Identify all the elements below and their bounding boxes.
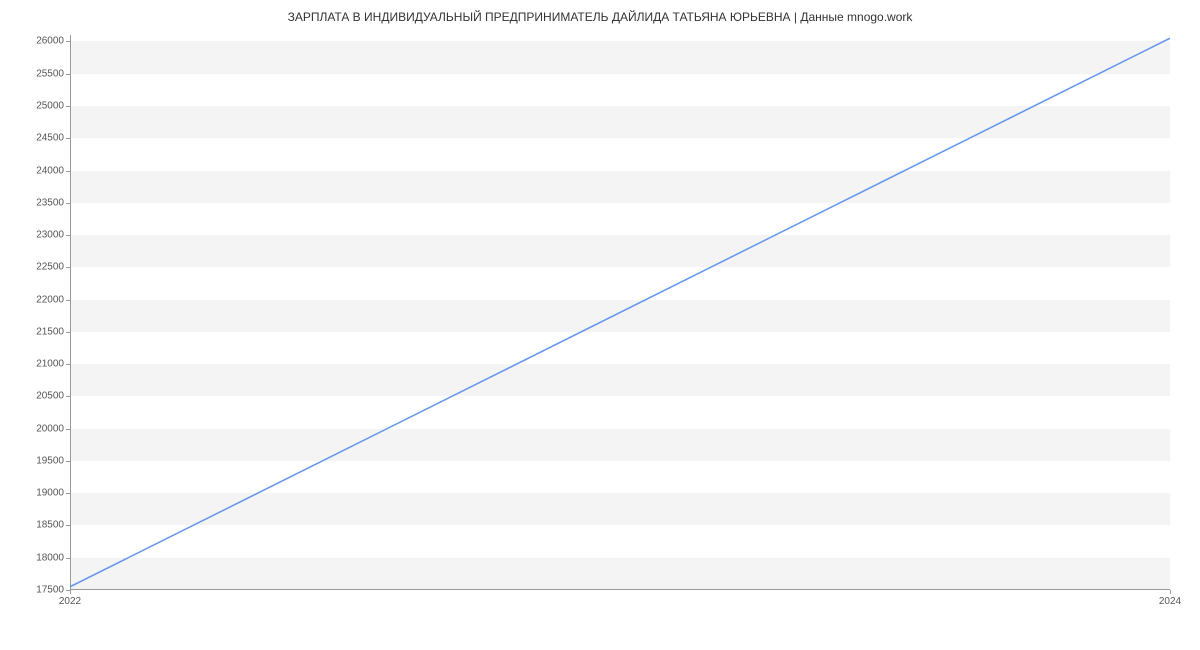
x-axis: [70, 589, 1170, 590]
y-tick-label: 21500: [14, 326, 64, 337]
x-tick-mark: [70, 590, 71, 594]
y-tick-mark: [66, 235, 70, 236]
y-tick-mark: [66, 525, 70, 526]
y-tick-label: 18000: [14, 552, 64, 563]
y-tick-mark: [66, 558, 70, 559]
y-tick-mark: [66, 300, 70, 301]
x-tick-label: 2024: [1159, 596, 1181, 607]
y-axis: [70, 35, 71, 590]
grid-band: [70, 493, 1170, 525]
y-tick-label: 24000: [14, 165, 64, 176]
y-tick-label: 20000: [14, 423, 64, 434]
x-tick-label: 2022: [59, 596, 81, 607]
y-tick-label: 21000: [14, 359, 64, 370]
line-chart: ЗАРПЛАТА В ИНДИВИДУАЛЬНЫЙ ПРЕДПРИНИМАТЕЛ…: [0, 0, 1200, 650]
y-tick-label: 24500: [14, 133, 64, 144]
y-tick-mark: [66, 41, 70, 42]
y-tick-label: 23500: [14, 197, 64, 208]
y-tick-label: 26000: [14, 36, 64, 47]
plot-area: [70, 35, 1170, 590]
grid-band: [70, 235, 1170, 267]
chart-title: ЗАРПЛАТА В ИНДИВИДУАЛЬНЫЙ ПРЕДПРИНИМАТЕЛ…: [0, 10, 1200, 24]
y-tick-label: 22500: [14, 262, 64, 273]
y-tick-label: 19000: [14, 488, 64, 499]
y-tick-mark: [66, 171, 70, 172]
y-tick-mark: [66, 138, 70, 139]
grid-band: [70, 364, 1170, 396]
x-tick-mark: [1170, 590, 1171, 594]
y-tick-mark: [66, 106, 70, 107]
grid-band: [70, 300, 1170, 332]
y-tick-mark: [66, 396, 70, 397]
grid-band: [70, 41, 1170, 73]
grid-band: [70, 558, 1170, 590]
y-tick-mark: [66, 267, 70, 268]
y-tick-mark: [66, 332, 70, 333]
y-tick-label: 25500: [14, 68, 64, 79]
y-tick-label: 25000: [14, 100, 64, 111]
y-tick-label: 17500: [14, 585, 64, 596]
y-tick-label: 19500: [14, 455, 64, 466]
y-tick-label: 23000: [14, 230, 64, 241]
grid-band: [70, 171, 1170, 203]
y-tick-label: 18500: [14, 520, 64, 531]
y-tick-mark: [66, 461, 70, 462]
y-tick-mark: [66, 74, 70, 75]
y-tick-mark: [66, 364, 70, 365]
y-tick-label: 22000: [14, 294, 64, 305]
y-tick-label: 20500: [14, 391, 64, 402]
y-tick-mark: [66, 203, 70, 204]
y-tick-mark: [66, 493, 70, 494]
grid-band: [70, 429, 1170, 461]
grid-band: [70, 106, 1170, 138]
y-tick-mark: [66, 429, 70, 430]
